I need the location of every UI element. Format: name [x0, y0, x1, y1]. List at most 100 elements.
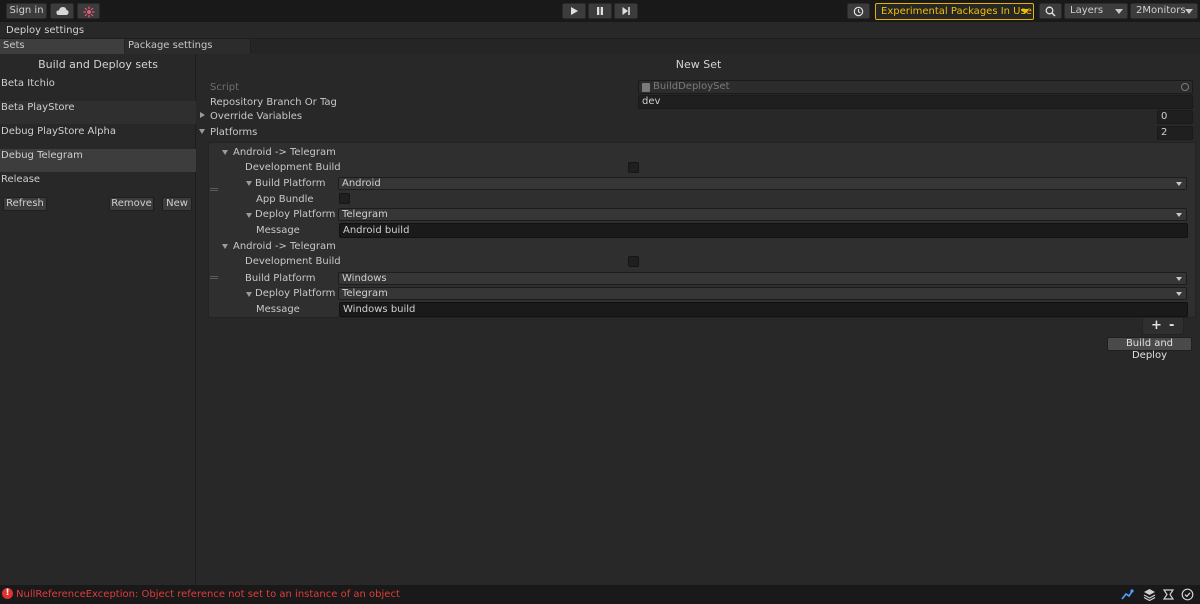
platform-0-deploy-platform-select[interactable]: Telegram	[338, 208, 1187, 221]
status-bar: ! NullReferenceException: Object referen…	[0, 585, 1200, 604]
chevron-down-icon	[1021, 9, 1029, 14]
platform-1-message-label: Message	[256, 304, 300, 315]
platform-0-app-bundle-checkbox[interactable]	[339, 193, 350, 204]
remove-element-button[interactable]: -	[1169, 318, 1174, 333]
foldout-expanded-icon[interactable]	[222, 150, 228, 155]
build-and-deploy-button[interactable]: Build and Deploy	[1107, 337, 1192, 361]
script-value: BuildDeploySet	[653, 81, 730, 92]
platform-0-deploy-platform-label[interactable]: Deploy Platform	[255, 209, 335, 220]
chevron-down-icon	[1176, 292, 1182, 296]
check-circle-icon[interactable]	[1181, 588, 1194, 601]
override-variables-count[interactable]: 0	[1157, 110, 1193, 124]
platform-0-header[interactable]: Android -> Telegram	[233, 147, 336, 158]
chevron-down-icon	[1176, 277, 1182, 281]
profiler-icon[interactable]	[1121, 588, 1134, 601]
layout-label: 2Monitors	[1136, 5, 1186, 16]
select-value: Windows	[342, 273, 387, 284]
platform-1-build-platform-select[interactable]: Windows	[338, 272, 1187, 285]
list-add-remove: + -	[1142, 318, 1184, 335]
progress-icon[interactable]	[1162, 588, 1175, 601]
select-value: Android	[342, 178, 381, 189]
platform-1-dev-build-checkbox[interactable]	[628, 256, 639, 267]
collab-button[interactable]	[77, 3, 100, 19]
search-icon	[1045, 6, 1056, 17]
step-icon	[622, 7, 630, 15]
tab-bar: Sets Package settings	[0, 39, 1200, 54]
list-item[interactable]: Beta PlayStore	[0, 101, 196, 124]
tab-package-settings[interactable]: Package settings	[125, 39, 251, 54]
object-picker-icon	[1181, 83, 1189, 91]
pause-button[interactable]	[588, 3, 612, 19]
layers-stack-icon[interactable]	[1143, 588, 1156, 601]
foldout-expanded-icon[interactable]	[246, 181, 252, 186]
script-label: Script	[210, 82, 240, 93]
pause-icon	[597, 7, 603, 15]
new-set-button[interactable]: New	[162, 197, 192, 211]
drag-handle-icon[interactable]	[210, 188, 218, 191]
experimental-packages-dropdown[interactable]: Experimental Packages In Use	[875, 3, 1034, 20]
set-inspector: New Set Script BuildDeploySet Repository…	[197, 54, 1200, 585]
override-variables-label[interactable]: Override Variables	[210, 111, 302, 122]
platform-1-message-input[interactable]: Windows build	[339, 302, 1188, 317]
platforms-count[interactable]: 2	[1157, 126, 1193, 140]
select-value: Telegram	[342, 288, 388, 299]
platform-1-deploy-platform-select[interactable]: Telegram	[338, 287, 1187, 300]
list-item[interactable]: Debug PlayStore Alpha	[0, 125, 196, 148]
foldout-expanded-icon[interactable]	[222, 244, 228, 249]
remove-button[interactable]: Remove	[109, 197, 154, 211]
select-value: Telegram	[342, 209, 388, 220]
platform-0-build-platform-label[interactable]: Build Platform	[255, 178, 325, 189]
cloud-icon	[55, 7, 69, 15]
chevron-down-icon	[1176, 182, 1182, 186]
chevron-down-icon	[1185, 9, 1193, 14]
cloud-button[interactable]	[50, 3, 74, 19]
platform-0-build-platform-select[interactable]: Android	[338, 177, 1187, 190]
set-title: New Set	[675, 58, 722, 71]
drag-handle-icon[interactable]	[210, 276, 218, 279]
history-button[interactable]	[847, 3, 870, 19]
refresh-button[interactable]: Refresh	[3, 197, 47, 211]
list-item[interactable]: Beta Itchio	[0, 77, 196, 100]
platform-0-message-input[interactable]: Android build	[339, 223, 1188, 238]
chevron-down-icon	[1176, 213, 1182, 217]
platform-0-message-label: Message	[256, 225, 300, 236]
history-icon	[853, 6, 864, 17]
platform-0-app-bundle-label: App Bundle	[256, 194, 314, 205]
foldout-expanded-icon[interactable]	[246, 292, 252, 297]
collab-icon	[83, 6, 94, 18]
main-toolbar: Sign in Experimental Packages In Use Lay…	[0, 0, 1200, 22]
platform-1-dev-build-label: Development Build	[245, 256, 341, 267]
error-icon: !	[2, 588, 13, 599]
script-field: BuildDeploySet	[638, 80, 1193, 94]
foldout-collapsed-icon[interactable]	[200, 112, 205, 118]
script-file-icon	[642, 83, 650, 92]
platform-0-dev-build-label: Development Build	[245, 162, 341, 173]
foldout-expanded-icon[interactable]	[246, 213, 252, 218]
platform-0-dev-build-checkbox[interactable]	[628, 162, 639, 173]
step-button[interactable]	[614, 3, 638, 19]
console-error-message[interactable]: NullReferenceException: Object reference…	[16, 589, 400, 600]
sets-panel: Build and Deploy sets Beta Itchio Beta P…	[0, 54, 196, 585]
search-button[interactable]	[1039, 3, 1062, 19]
play-button[interactable]	[562, 3, 586, 19]
layout-dropdown[interactable]: 2Monitors	[1130, 3, 1198, 19]
add-element-button[interactable]: +	[1151, 318, 1162, 333]
experimental-packages-label: Experimental Packages In Use	[881, 6, 1032, 17]
sign-in-button[interactable]: Sign in	[6, 3, 47, 19]
platform-1-header[interactable]: Android -> Telegram	[233, 241, 336, 252]
platforms-list: Android -> Telegram Development Build Bu…	[208, 142, 1196, 318]
layers-dropdown[interactable]: Layers	[1064, 3, 1128, 19]
platform-1-deploy-platform-label[interactable]: Deploy Platform	[255, 288, 335, 299]
list-item-selected[interactable]: Debug Telegram	[0, 149, 196, 172]
chevron-down-icon	[1115, 9, 1123, 14]
window-title[interactable]: Deploy settings	[6, 25, 84, 36]
foldout-expanded-icon[interactable]	[199, 129, 205, 134]
platforms-label[interactable]: Platforms	[210, 127, 257, 138]
list-item[interactable]: Release	[0, 173, 196, 196]
layers-label: Layers	[1070, 5, 1104, 16]
window-header: Deploy settings	[0, 22, 1200, 39]
tab-sets[interactable]: Sets	[0, 39, 124, 54]
play-icon	[571, 7, 578, 15]
repo-input[interactable]: dev	[638, 95, 1193, 109]
repo-label: Repository Branch Or Tag	[210, 97, 337, 108]
